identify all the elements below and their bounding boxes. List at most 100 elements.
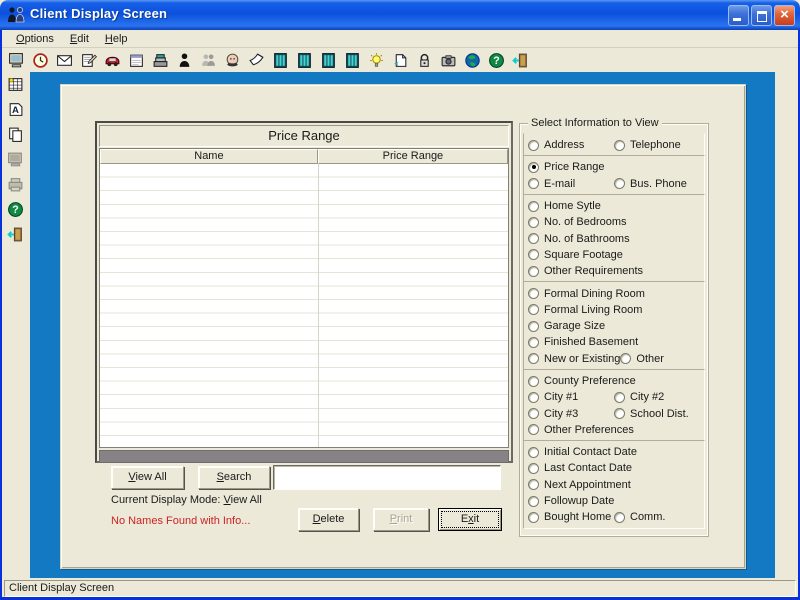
radio-button-icon[interactable] [528,162,539,173]
radio-last-contact-date[interactable]: Last Contact Date [528,462,632,474]
radio-button-icon[interactable] [528,249,539,260]
radio-other-requirements[interactable]: Other Requirements [528,265,643,277]
cash-register-icon[interactable] [151,51,169,69]
radio-button-icon[interactable] [528,233,539,244]
alarm-clock-icon[interactable] [31,51,49,69]
search-button[interactable]: Search [198,466,270,489]
radio-city-2[interactable]: City #2 [614,391,664,403]
radio-city-3[interactable]: City #3 [528,408,614,420]
property-4-icon[interactable] [343,51,361,69]
radio-home-sytle[interactable]: Home Sytle [528,200,601,212]
radio-school-dist[interactable]: School Dist. [614,408,689,420]
copy-icon[interactable] [7,126,25,144]
idea-icon[interactable] [367,51,385,69]
radio-bought-home[interactable]: Bought Home [528,511,614,523]
edit-note-icon[interactable] [79,51,97,69]
radio-bus-phone[interactable]: Bus. Phone [614,178,687,190]
grid-body[interactable] [100,164,508,447]
table-grid-icon[interactable] [7,76,25,94]
option-row: Price Range [528,159,700,175]
computer-icon[interactable] [7,51,25,69]
menu-edit[interactable]: Edit [62,31,97,47]
minimize-button[interactable] [728,5,749,26]
radio-button-icon[interactable] [528,376,539,387]
car-icon[interactable] [103,51,121,69]
report-page-icon[interactable] [391,51,409,69]
radio-e-mail[interactable]: E-mail [528,178,614,190]
radio-button-icon[interactable] [528,321,539,332]
radio-button-icon[interactable] [528,447,539,458]
radio-comm[interactable]: Comm. [614,511,665,523]
radio-no-of-bathrooms[interactable]: No. of Bathrooms [528,233,630,245]
radio-other[interactable]: Other [620,353,664,365]
radio-button-icon[interactable] [620,353,631,364]
radio-button-icon[interactable] [528,512,539,523]
radio-new-or-existing[interactable]: New or Existing [528,353,620,365]
close-button[interactable]: × [774,5,795,26]
property-3-icon[interactable] [319,51,337,69]
radio-county-preference[interactable]: County Preference [528,375,636,387]
radio-formal-living-room[interactable]: Formal Living Room [528,304,642,316]
search-input[interactable] [273,465,501,490]
radio-button-icon[interactable] [528,288,539,299]
radio-square-footage[interactable]: Square Footage [528,249,623,261]
radio-button-icon[interactable] [528,463,539,474]
radio-button-icon[interactable] [528,496,539,507]
radio-button-icon[interactable] [614,392,625,403]
radio-price-range[interactable]: Price Range [528,161,605,173]
notepad-icon[interactable] [127,51,145,69]
radio-button-icon[interactable] [528,353,539,364]
maximize-button[interactable] [751,5,772,26]
help-icon[interactable]: ? [7,201,25,219]
help-icon[interactable]: ? [487,51,505,69]
radio-city-1[interactable]: City #1 [528,391,614,403]
radio-label: Next Appointment [544,479,631,491]
view-all-button[interactable]: View All [111,466,184,489]
radio-address[interactable]: Address [528,139,614,151]
radio-button-icon[interactable] [528,140,539,151]
exit-button[interactable]: Exit [438,508,502,531]
radio-next-appointment[interactable]: Next Appointment [528,479,631,491]
radio-button-icon[interactable] [528,424,539,435]
font-icon[interactable]: A [7,101,25,119]
mail-icon[interactable] [55,51,73,69]
radio-formal-dining-room[interactable]: Formal Dining Room [528,288,645,300]
radio-button-icon[interactable] [614,178,625,189]
radio-button-icon[interactable] [528,337,539,348]
radio-followup-date[interactable]: Followup Date [528,495,614,507]
radio-garage-size[interactable]: Garage Size [528,320,605,332]
lock-icon[interactable] [415,51,433,69]
exit-icon[interactable] [511,51,529,69]
column-header-price-range[interactable]: Price Range [318,149,508,164]
contact-phone-icon[interactable] [223,51,241,69]
radio-button-icon[interactable] [528,304,539,315]
radio-button-icon[interactable] [614,140,625,151]
property-2-icon[interactable] [295,51,313,69]
camera-icon[interactable] [439,51,457,69]
radio-no-of-bedrooms[interactable]: No. of Bedrooms [528,216,627,228]
column-header-name[interactable]: Name [100,149,318,164]
radio-button-icon[interactable] [614,512,625,523]
radio-button-icon[interactable] [614,408,625,419]
radio-button-icon[interactable] [528,408,539,419]
send-letter-icon[interactable] [247,51,265,69]
horizontal-scrollbar[interactable] [99,450,509,463]
radio-finished-basement[interactable]: Finished Basement [528,336,638,348]
radio-button-icon[interactable] [528,201,539,212]
delete-button[interactable]: Delete [298,508,359,531]
radio-other-preferences[interactable]: Other Preferences [528,424,634,436]
radio-telephone[interactable]: Telephone [614,139,681,151]
radio-button-icon[interactable] [528,217,539,228]
radio-button-icon[interactable] [528,479,539,490]
property-1-icon[interactable] [271,51,289,69]
menu-help[interactable]: Help [97,31,136,47]
menu-options[interactable]: Options [8,31,62,47]
radio-button-icon[interactable] [528,178,539,189]
exit-icon[interactable] [7,226,25,244]
radio-initial-contact-date[interactable]: Initial Contact Date [528,446,637,458]
title-bar[interactable]: Client Display Screen × [0,0,800,30]
radio-button-icon[interactable] [528,266,539,277]
radio-button-icon[interactable] [528,392,539,403]
web-globe-icon[interactable] [463,51,481,69]
client-icon[interactable] [175,51,193,69]
